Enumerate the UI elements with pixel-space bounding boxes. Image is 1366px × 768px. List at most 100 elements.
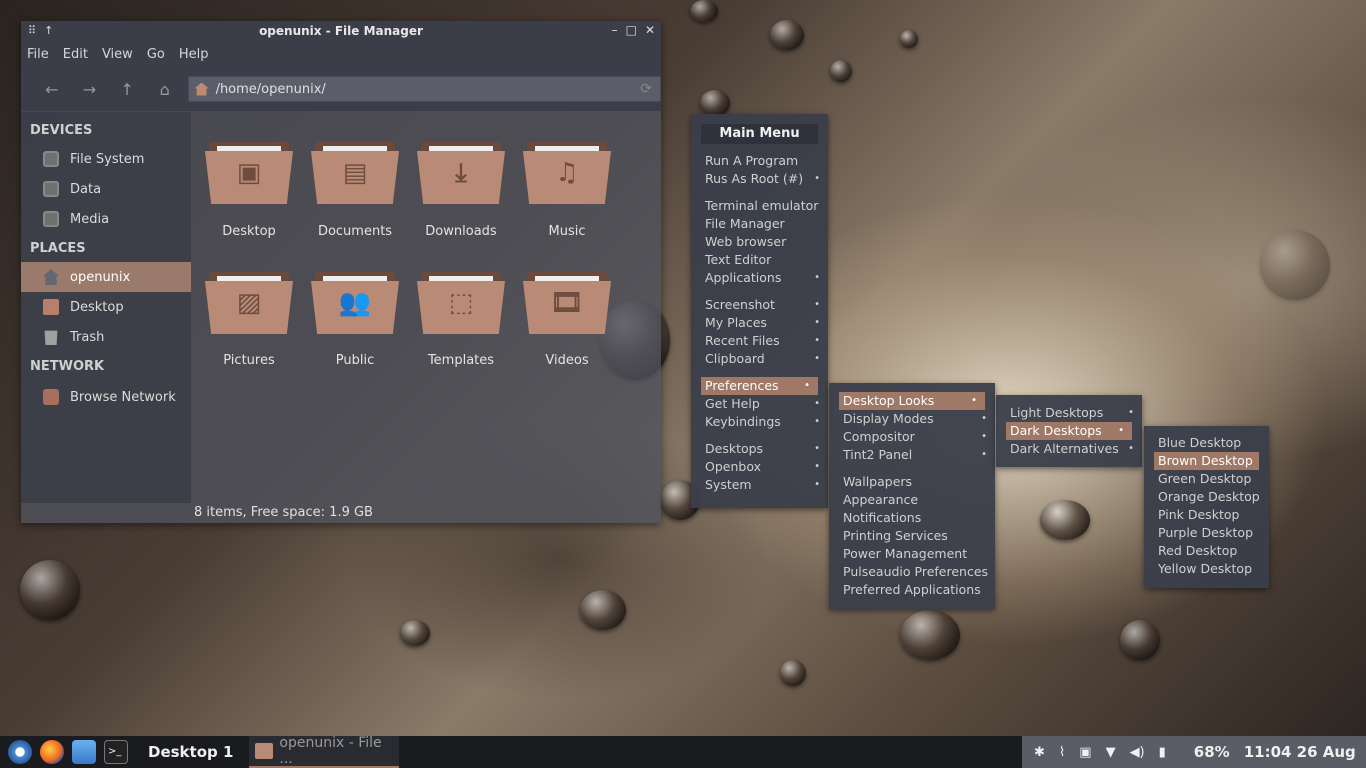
terminal-icon[interactable]: >_ (104, 740, 128, 764)
main-menu-title: Main Menu (701, 124, 818, 144)
window-titlebar[interactable]: ⠿ ↑ openunix - File Manager – □ ✕ (21, 21, 661, 41)
menu-item-red-desktop[interactable]: Red Desktop (1144, 542, 1269, 560)
template-icon: ⬚ (448, 288, 474, 318)
firefox-icon[interactable] (40, 740, 64, 764)
menu-item-file-manager[interactable]: File Manager (691, 215, 828, 233)
menu-item-appearance[interactable]: Appearance (829, 491, 995, 509)
location-path: /home/openunix/ (215, 81, 326, 97)
menu-item-power-management[interactable]: Power Management (829, 545, 995, 563)
folder-templates[interactable]: ⬚ Templates (408, 272, 514, 368)
volume-icon[interactable]: ◀) (1130, 745, 1145, 760)
status-bar: 8 items, Free space: 1.9 GB (194, 505, 373, 520)
menu-item-compositor[interactable]: Compositor • (829, 428, 995, 446)
taskbar-task-file-manager[interactable]: openunix - File ... (249, 735, 400, 768)
menu-go[interactable]: Go (147, 47, 165, 62)
clock[interactable]: 11:04 26 Aug (1244, 743, 1356, 761)
terminal-tray-icon[interactable]: ▣ (1079, 745, 1091, 760)
battery-icon[interactable]: ▮ (1159, 745, 1166, 760)
folder-public[interactable]: 👥 Public (302, 272, 408, 368)
home-icon[interactable]: ⌂ (146, 80, 184, 99)
sidebar-item-desktop[interactable]: Desktop (21, 292, 191, 322)
menu-item-blue-desktop[interactable]: Blue Desktop (1144, 434, 1269, 452)
menu-item-clipboard[interactable]: Clipboard • (691, 350, 828, 368)
file-manager-icon[interactable] (72, 740, 96, 764)
menu-item-preferred-applications[interactable]: Preferred Applications (829, 581, 995, 599)
menu-item-display-modes[interactable]: Display Modes • (829, 410, 995, 428)
menu-item-dark-alternatives[interactable]: Dark Alternatives • (996, 440, 1142, 458)
menu-item-wallpapers[interactable]: Wallpapers (829, 473, 995, 491)
menu-file[interactable]: File (27, 47, 49, 62)
menu-item-get-help[interactable]: Get Help • (691, 395, 828, 413)
menu-item-run-program[interactable]: Run A Program (691, 152, 828, 170)
menu-item-applications[interactable]: Applications • (691, 269, 828, 287)
window-title: openunix - File Manager (259, 24, 423, 38)
back-arrow-icon[interactable]: ← (33, 80, 71, 99)
film-icon: 🎞 (550, 288, 584, 318)
menu-item-screenshot[interactable]: Screenshot • (691, 296, 828, 314)
menu-item-tint2-panel[interactable]: Tint2 Panel • (829, 446, 995, 464)
menu-item-system[interactable]: System • (691, 476, 828, 494)
sidebar-item-data[interactable]: Data (21, 174, 191, 204)
menu-item-light-desktops[interactable]: Light Desktops • (996, 404, 1142, 422)
menu-item-web-browser[interactable]: Web browser (691, 233, 828, 251)
folder-icon (255, 743, 274, 759)
desktop-looks-menu: Light Desktops • Dark Desktops • Dark Alte… (996, 395, 1142, 467)
monitor-icon: ▣ (236, 158, 262, 188)
toolbar: ← → ↑ ⌂ /home/openunix/ ⟳ (21, 67, 662, 111)
menu-item-recent-files[interactable]: Recent Files • (691, 332, 828, 350)
menu-item-openbox[interactable]: Openbox • (691, 458, 828, 476)
folder-music[interactable]: ♫ Music (514, 142, 620, 239)
menubar: File Edit View Go Help (21, 41, 661, 67)
menu-item-my-places[interactable]: My Places • (691, 314, 828, 332)
menu-item-dark-desktops[interactable]: Dark Desktops • (1006, 422, 1132, 440)
forward-arrow-icon[interactable]: → (71, 80, 109, 99)
trash-icon (44, 330, 58, 345)
menu-item-pink-desktop[interactable]: Pink Desktop (1144, 506, 1269, 524)
menu-item-printing-services[interactable]: Printing Services (829, 527, 995, 545)
wifi-icon[interactable]: ▼ (1106, 745, 1116, 760)
menu-item-orange-desktop[interactable]: Orange Desktop (1144, 488, 1269, 506)
drive-icon (43, 151, 59, 167)
dark-desktops-menu: Blue Desktop Brown Desktop Green Desktop… (1144, 426, 1269, 588)
folder-documents[interactable]: ▤ Documents (302, 142, 408, 239)
menu-item-preferences[interactable]: Preferences • (701, 377, 818, 395)
menu-item-desktops[interactable]: Desktops • (691, 440, 828, 458)
sidebar-item-file-system[interactable]: File System (21, 144, 191, 174)
folder-downloads[interactable]: ⤓ Downloads (408, 142, 514, 239)
users-icon: 👥 (338, 288, 372, 318)
menu-item-notifications[interactable]: Notifications (829, 509, 995, 527)
menu-item-run-as-root[interactable]: Rus As Root (#) • (691, 170, 828, 188)
menu-item-terminal[interactable]: Terminal emulator (691, 197, 828, 215)
sidebar-item-media[interactable]: Media (21, 204, 191, 234)
menu-edit[interactable]: Edit (63, 47, 88, 62)
menu-item-keybindings[interactable]: Keybindings • (691, 413, 828, 431)
menu-item-yellow-desktop[interactable]: Yellow Desktop (1144, 560, 1269, 578)
menu-item-purple-desktop[interactable]: Purple Desktop (1144, 524, 1269, 542)
maximize-button[interactable]: □ (626, 23, 637, 37)
up-arrow-icon[interactable]: ↑ (108, 80, 146, 99)
menu-item-pulseaudio-preferences[interactable]: Pulseaudio Preferences (829, 563, 995, 581)
preferences-menu: Desktop Looks • Display Modes • Compositor… (829, 383, 995, 609)
paperclip-icon[interactable]: ⌇ (1059, 745, 1065, 760)
workspace-label[interactable]: Desktop 1 (148, 743, 233, 761)
folder-view: ▣ Desktop ▤ Documents ⤓ Downloads ♫ Musi… (191, 112, 661, 503)
picture-icon: ▨ (236, 288, 262, 318)
menu-view[interactable]: View (102, 47, 133, 62)
folder-desktop[interactable]: ▣ Desktop (196, 142, 302, 239)
sidebar-item-browse-network[interactable]: Browse Network (21, 382, 191, 412)
minimize-button[interactable]: – (612, 23, 618, 37)
folder-pictures[interactable]: ▨ Pictures (196, 272, 302, 368)
folder-videos[interactable]: 🎞 Videos (514, 272, 620, 368)
menu-item-brown-desktop[interactable]: Brown Desktop (1154, 452, 1259, 470)
menu-item-green-desktop[interactable]: Green Desktop (1144, 470, 1269, 488)
location-bar[interactable]: /home/openunix/ ⟳ (187, 76, 662, 102)
menu-help[interactable]: Help (179, 47, 209, 62)
menu-item-desktop-looks[interactable]: Desktop Looks • (839, 392, 985, 410)
bluetooth-icon[interactable]: ✱ (1034, 745, 1045, 760)
sidebar-item-openunix[interactable]: openunix (21, 262, 191, 292)
close-button[interactable]: ✕ (645, 23, 655, 37)
start-menu-icon[interactable] (8, 740, 32, 764)
reload-icon[interactable]: ⟳ (640, 81, 652, 97)
menu-item-text-editor[interactable]: Text Editor (691, 251, 828, 269)
sidebar-item-trash[interactable]: Trash (21, 322, 191, 352)
